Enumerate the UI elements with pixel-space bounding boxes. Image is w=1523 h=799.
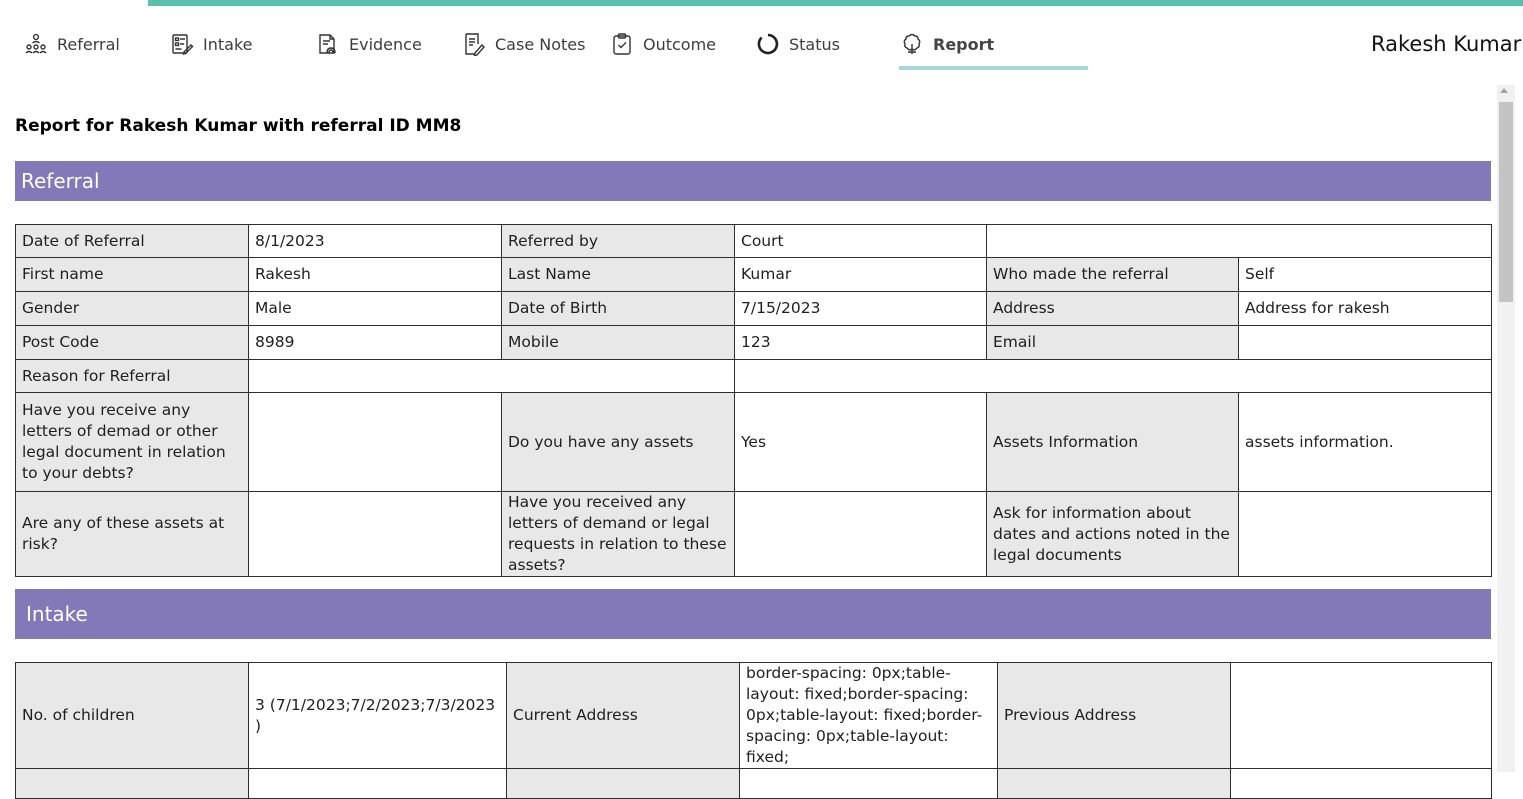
active-tab-indicator (899, 66, 1088, 70)
field-label: Do you have any assets (501, 392, 735, 492)
empty-cell (734, 359, 1492, 393)
field-value: assets information. (1238, 392, 1492, 492)
circle-status-icon (755, 31, 781, 57)
field-label: Gender (15, 291, 249, 326)
field-label: No. of children (15, 662, 249, 769)
section-title: Referral (21, 169, 100, 193)
field-label: Date of Referral (15, 224, 249, 258)
referral-table: Date of Referral 8/1/2023 Referred by Co… (15, 224, 1492, 577)
intake-table: No. of children 3 (7/1/2023;7/2/2023;7/3… (15, 662, 1492, 799)
tab-status[interactable]: Status (755, 28, 840, 60)
section-header-referral: Referral (15, 161, 1491, 201)
report-hub-icon (899, 31, 925, 57)
field-label: Have you receive any letters of demad or… (15, 392, 249, 492)
field-value: 7/15/2023 (734, 291, 987, 326)
field-label: Assets Information (986, 392, 1239, 492)
field-label: First name (15, 257, 249, 292)
tab-label: Status (789, 34, 840, 54)
tab-label: Case Notes (495, 34, 586, 54)
top-accent-bar (148, 0, 1523, 6)
tab-report[interactable]: Report (899, 28, 994, 60)
field-label (15, 768, 249, 799)
people-network-icon (23, 31, 49, 57)
tab-label: Outcome (643, 34, 717, 54)
field-value (248, 491, 502, 577)
field-label: Current Address (506, 662, 740, 769)
report-title: Report for Rakesh Kumar with referral ID… (15, 116, 462, 136)
tab-label: Intake (203, 34, 253, 54)
section-title: Intake (26, 602, 88, 626)
table-row: Are any of these assets at risk? Have yo… (15, 491, 1492, 577)
table-row: No. of children 3 (7/1/2023;7/2/2023;7/3… (15, 662, 1492, 769)
field-label: Ask for information about dates and acti… (986, 491, 1239, 577)
table-row: Reason for Referral (15, 359, 1492, 393)
field-value: border-spacing: 0px;table-layout: fixed;… (739, 662, 998, 769)
field-label: Email (986, 325, 1239, 360)
field-value: Court (734, 224, 987, 258)
tab-evidence[interactable]: Evidence (315, 28, 422, 60)
field-value: Address for rakesh (1238, 291, 1492, 326)
clipboard-check-icon (609, 31, 635, 57)
field-value: Self (1238, 257, 1492, 292)
tab-outcome[interactable]: Outcome (609, 28, 716, 60)
field-value (1230, 662, 1492, 769)
field-label: Date of Birth (501, 291, 735, 326)
table-row: First name Rakesh Last Name Kumar Who ma… (15, 257, 1492, 292)
tab-label: Evidence (349, 34, 422, 54)
field-value (248, 359, 735, 393)
notes-edit-icon (461, 31, 487, 57)
field-label: Reason for Referral (15, 359, 249, 393)
field-value: 123 (734, 325, 987, 360)
document-fingerprint-icon (315, 31, 341, 57)
field-label: Referred by (501, 224, 735, 258)
tab-intake[interactable]: Intake (169, 28, 252, 60)
tab-referral[interactable]: Referral (23, 28, 120, 60)
field-label: Previous Address (997, 662, 1231, 769)
field-value (1238, 491, 1492, 577)
field-value: Kumar (734, 257, 987, 292)
tab-label: Referral (57, 34, 120, 54)
field-label: Last Name (501, 257, 735, 292)
field-label (506, 768, 740, 799)
field-label: Address (986, 291, 1239, 326)
table-row: Date of Referral 8/1/2023 Referred by Co… (15, 224, 1492, 258)
field-value: 3 (7/1/2023;7/2/2023;7/3/2023 ) (248, 662, 507, 769)
field-label (997, 768, 1231, 799)
field-value: Male (248, 291, 502, 326)
field-value: Yes (734, 392, 987, 492)
field-value: 8989 (248, 325, 502, 360)
scrollbar-thumb[interactable] (1499, 102, 1513, 302)
table-row: Have you receive any letters of demad or… (15, 392, 1492, 492)
scroll-up-arrow-icon[interactable] (1500, 88, 1508, 93)
table-row: Gender Male Date of Birth 7/15/2023 Addr… (15, 291, 1492, 326)
empty-cell (986, 224, 1492, 258)
field-value (739, 768, 998, 799)
field-label: Have you received any letters of demand … (501, 491, 735, 577)
field-label: Mobile (501, 325, 735, 360)
field-value: 8/1/2023 (248, 224, 502, 258)
user-name: Rakesh Kumar (1371, 32, 1522, 56)
field-value (248, 768, 507, 799)
table-row (15, 768, 1492, 799)
field-label: Post Code (15, 325, 249, 360)
field-value (1230, 768, 1492, 799)
tab-label: Report (933, 34, 995, 54)
field-label: Are any of these assets at risk? (15, 491, 249, 577)
tab-case-notes[interactable]: Case Notes (461, 28, 585, 60)
field-value (734, 491, 987, 577)
table-row: Post Code 8989 Mobile 123 Email (15, 325, 1492, 360)
field-label: Who made the referral (986, 257, 1239, 292)
main-tab-bar: Referral Intake Evidence Case Notes Outc… (0, 22, 1100, 72)
field-value (1238, 325, 1492, 360)
field-value: Rakesh (248, 257, 502, 292)
checklist-edit-icon (169, 31, 195, 57)
field-value (248, 392, 502, 492)
section-header-intake: Intake (15, 589, 1491, 639)
